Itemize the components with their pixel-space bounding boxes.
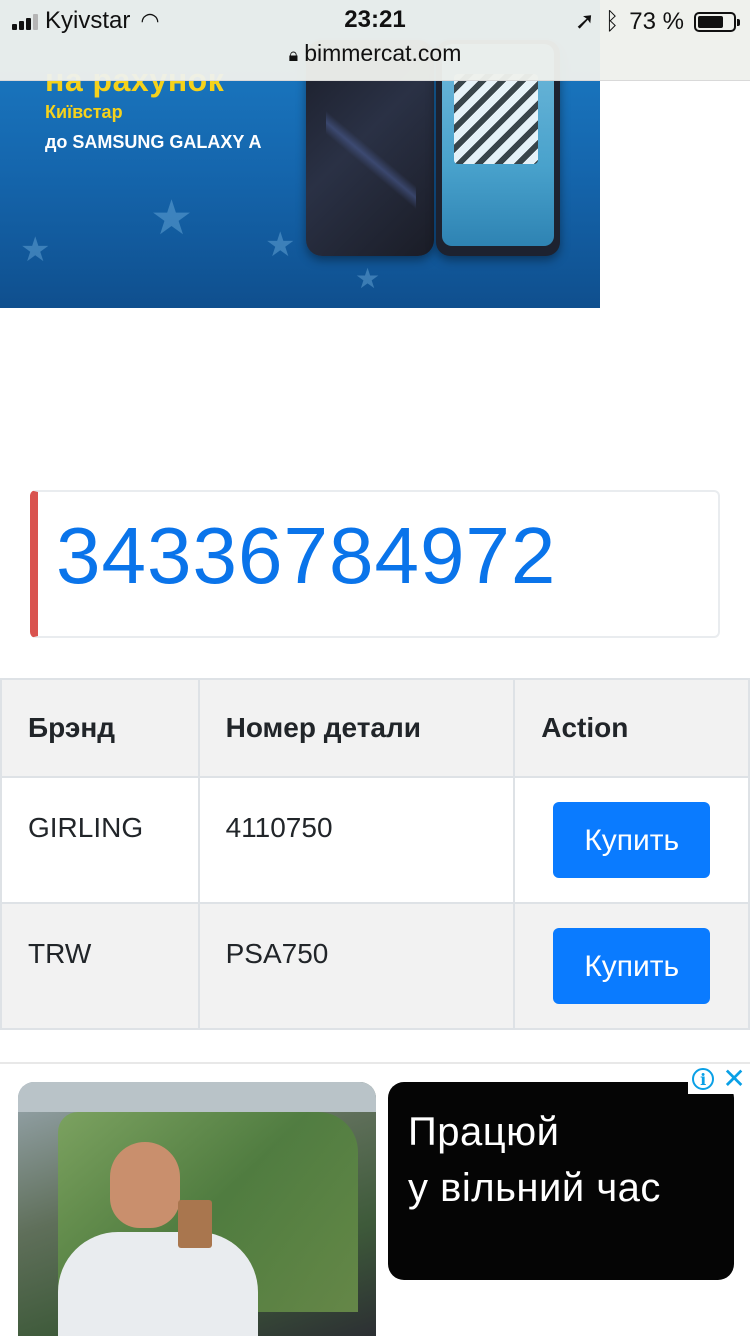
star-decoration-icon: ★ (355, 263, 381, 294)
action-cell: Купить (513, 902, 750, 1030)
ad-text-card[interactable]: Працюй у вільний час (388, 1082, 734, 1280)
lock-icon: 🔒︎ (288, 45, 299, 65)
ad-line-2: у вільний час (408, 1166, 661, 1210)
ad-operator: Київстар (45, 102, 123, 122)
coffee-cup-image (178, 1200, 212, 1248)
adchoices-controls: i ✕ (688, 1064, 750, 1094)
buy-button[interactable]: Купить (553, 802, 711, 878)
star-decoration-icon: ★ (150, 192, 194, 245)
battery-icon (694, 11, 740, 32)
ad-product: до SAMSUNG GALAXY A (45, 132, 262, 152)
column-header-action: Action (513, 678, 750, 778)
buy-button[interactable]: Купить (553, 928, 711, 1004)
table-header-row: Брэнд Номер детали Action (0, 678, 750, 778)
star-decoration-icon: ★ (265, 226, 296, 264)
status-bar: Kyivstar ◠ 23:21 ➚ ᛒ 73 % 🔒︎ bimmercat.co… (0, 0, 750, 81)
url-text: bimmercat.com (304, 40, 462, 66)
parts-table: Брэнд Номер детали Action GIRLING 411075… (0, 678, 750, 1030)
part-number-card: 34336784972 (30, 490, 720, 638)
battery-percent: 73 % (629, 7, 684, 35)
part-number-cell: 4110750 (197, 776, 516, 904)
location-arrow-icon: ➚ (574, 8, 595, 35)
star-decoration-icon: ★ (20, 231, 51, 269)
close-icon[interactable]: ✕ (722, 1065, 745, 1093)
column-header-brand: Брэнд (0, 678, 200, 778)
brand-cell: GIRLING (0, 776, 200, 904)
ad-line-1: Працюй (408, 1110, 560, 1154)
bottom-ad[interactable]: Працюй у вільний час i ✕ (0, 1062, 750, 1336)
bluetooth-icon: ᛒ (604, 7, 620, 35)
action-cell: Купить (513, 776, 750, 904)
part-number-cell: PSA750 (197, 902, 516, 1030)
table-row: GIRLING 4110750 Купить (0, 776, 750, 904)
info-icon[interactable]: i (692, 1068, 715, 1090)
gift-image (454, 74, 538, 164)
table-row: TRW PSA750 Купить (0, 902, 750, 1030)
ad-photo-man-in-car[interactable] (18, 1082, 376, 1336)
column-header-part-number: Номер детали (197, 678, 516, 778)
part-number: 34336784972 (56, 511, 557, 600)
brand-cell: TRW (0, 902, 200, 1030)
address-bar[interactable]: 🔒︎ bimmercat.com (0, 40, 750, 67)
